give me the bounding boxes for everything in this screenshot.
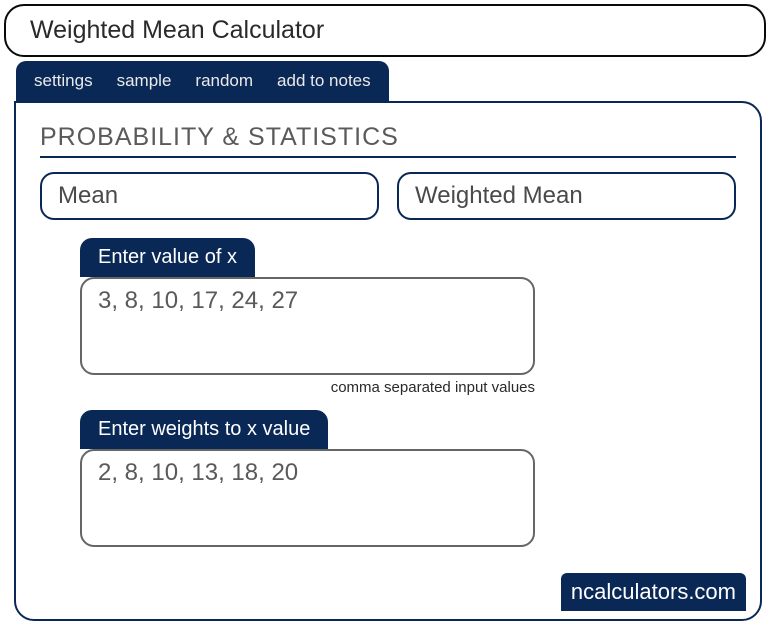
title-bar: Weighted Mean Calculator (4, 4, 766, 57)
x-hint: comma separated input values (80, 379, 535, 396)
tab-mean[interactable]: Mean (40, 172, 379, 220)
page-title: Weighted Mean Calculator (30, 16, 740, 45)
x-input[interactable] (80, 277, 535, 375)
tab-weighted-mean[interactable]: Weighted Mean (397, 172, 736, 220)
toolbar-sample[interactable]: sample (117, 71, 172, 91)
weights-label: Enter weights to x value (80, 410, 328, 449)
tab-row: Mean Weighted Mean (40, 172, 736, 220)
toolbar-add-to-notes[interactable]: add to notes (277, 71, 371, 91)
section-heading: PROBABILITY & STATISTICS (40, 123, 736, 158)
weights-input[interactable] (80, 449, 535, 547)
input-group-weights: Enter weights to x value (80, 410, 736, 547)
toolbar-settings[interactable]: settings (34, 71, 93, 91)
brand-tag: ncalculators.com (561, 573, 746, 611)
toolbar: settings sample random add to notes (16, 61, 389, 101)
input-group-x: Enter value of x comma separated input v… (80, 238, 736, 396)
x-label: Enter value of x (80, 238, 255, 277)
toolbar-random[interactable]: random (195, 71, 253, 91)
main-panel: PROBABILITY & STATISTICS Mean Weighted M… (14, 101, 762, 621)
